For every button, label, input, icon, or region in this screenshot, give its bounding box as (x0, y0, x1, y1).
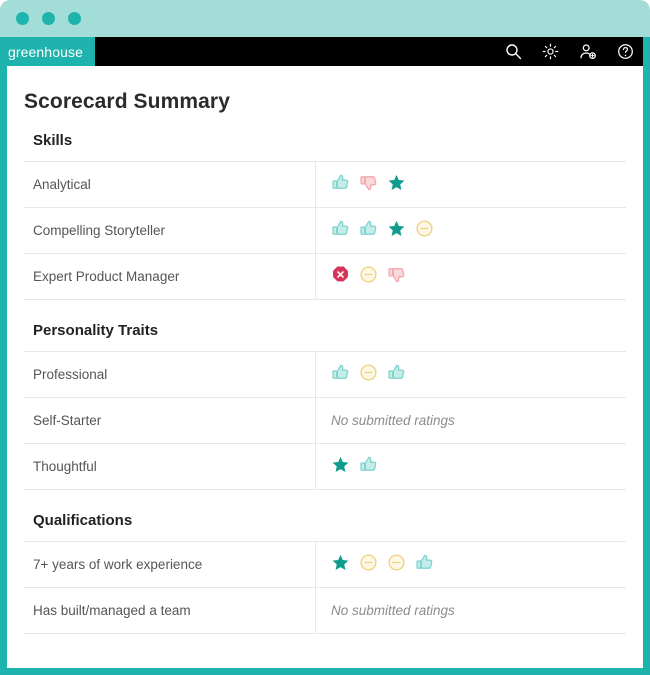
thumbs-down-icon (387, 265, 406, 289)
attribute-label: Professional (24, 352, 316, 398)
scorecard-section: Personality TraitsProfessionalSelf-Start… (7, 322, 643, 490)
table-row: Expert Product Manager (24, 254, 626, 300)
ratings-cell (316, 542, 626, 588)
scorecard-sections: SkillsAnalyticalCompelling StorytellerEx… (7, 132, 643, 634)
attribute-label: Self-Starter (24, 398, 316, 444)
star-icon (331, 553, 350, 577)
section-title: Personality Traits (7, 322, 643, 351)
star-icon (387, 219, 406, 243)
thumbs-up-icon (387, 363, 406, 387)
table-row: Self-Starter No submitted ratings (24, 398, 626, 444)
thumbs-up-icon (415, 553, 434, 577)
window-titlebar (0, 0, 650, 37)
no-ratings-text: No submitted ratings (331, 603, 455, 618)
attribute-label: Compelling Storyteller (24, 208, 316, 254)
attribute-label: 7+ years of work experience (24, 542, 316, 588)
star-icon (387, 173, 406, 197)
thumbs-up-icon (331, 173, 350, 197)
table-row: Analytical (24, 162, 626, 208)
ratings-cell: No submitted ratings (316, 588, 626, 634)
minimize-window-button[interactable] (42, 12, 55, 25)
window-frame-left (0, 37, 7, 675)
ratings-cell (316, 444, 626, 490)
table-row: Has built/managed a team No submitted rat… (24, 588, 626, 634)
ratings-table: ProfessionalSelf-Starter No submitted rat… (24, 351, 626, 490)
table-row: Professional (24, 352, 626, 398)
window-frame-bottom (0, 668, 650, 675)
thumbs-up-icon (331, 219, 350, 243)
thumbs-up-icon (331, 363, 350, 387)
navbar-icon-group (505, 43, 650, 60)
help-icon[interactable] (617, 43, 634, 60)
neutral-icon (415, 219, 434, 243)
maximize-window-button[interactable] (68, 12, 81, 25)
star-icon (331, 455, 350, 479)
ratings-cell (316, 162, 626, 208)
no-ratings-text: No submitted ratings (331, 413, 455, 428)
section-title: Qualifications (7, 512, 643, 541)
attribute-label: Expert Product Manager (24, 254, 316, 300)
search-icon[interactable] (505, 43, 522, 60)
scorecard-page: Scorecard Summary SkillsAnalyticalCompel… (7, 66, 643, 668)
browser-window: greenhouse (0, 0, 650, 675)
table-row: 7+ years of work experience (24, 542, 626, 588)
attribute-label: Has built/managed a team (24, 588, 316, 634)
window-frame-right (643, 37, 650, 675)
scorecard-section: Qualifications7+ years of work experienc… (7, 512, 643, 634)
section-title: Skills (7, 132, 643, 161)
ratings-cell (316, 208, 626, 254)
neutral-icon (359, 363, 378, 387)
neutral-icon (359, 553, 378, 577)
page-title: Scorecard Summary (7, 66, 643, 114)
ratings-table: 7+ years of work experienceHas built/man… (24, 541, 626, 634)
user-add-icon[interactable] (579, 43, 597, 60)
ratings-cell (316, 254, 626, 300)
thumbs-up-icon (359, 219, 378, 243)
thumbs-down-icon (359, 173, 378, 197)
table-row: Thoughtful (24, 444, 626, 490)
neutral-icon (387, 553, 406, 577)
table-row: Compelling Storyteller (24, 208, 626, 254)
attribute-label: Thoughtful (24, 444, 316, 490)
ratings-cell: No submitted ratings (316, 398, 626, 444)
attribute-label: Analytical (24, 162, 316, 208)
window-controls[interactable] (16, 12, 81, 25)
definitely-not-icon (331, 265, 350, 289)
scorecard-section: SkillsAnalyticalCompelling StorytellerEx… (7, 132, 643, 300)
neutral-icon (359, 265, 378, 289)
ratings-table: AnalyticalCompelling StorytellerExpert P… (24, 161, 626, 300)
greenhouse-logo[interactable]: greenhouse (0, 37, 95, 66)
ratings-cell (316, 352, 626, 398)
thumbs-up-icon (359, 455, 378, 479)
close-window-button[interactable] (16, 12, 29, 25)
gear-icon[interactable] (542, 43, 559, 60)
app-navbar: greenhouse (0, 37, 650, 66)
